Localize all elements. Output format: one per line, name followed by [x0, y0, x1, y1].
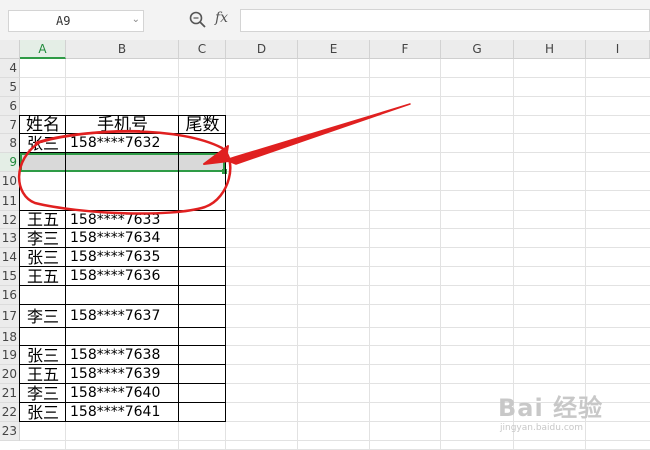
watermark-brand: Bai 经验 — [498, 394, 604, 422]
row-header-20[interactable]: 20 — [0, 365, 20, 384]
watermark-url: jingyan.baidu.com — [500, 423, 584, 433]
cell-phone[interactable]: 158****7640 — [66, 384, 179, 403]
baidu-jingyan-watermark: Bai 经验 jingyan.baidu.com — [498, 388, 604, 433]
table-border-h — [20, 228, 226, 229]
cell-name[interactable]: 张三 — [20, 248, 66, 267]
row-header-22[interactable]: 22 — [0, 403, 20, 422]
row-header-7[interactable]: 7 — [0, 116, 20, 134]
row-header-15[interactable]: 15 — [0, 267, 20, 286]
cell-name[interactable]: 王五 — [20, 267, 66, 286]
table-border-h — [20, 421, 226, 422]
chevron-down-icon[interactable]: ⌄ — [132, 14, 140, 25]
row-header-19[interactable]: 19 — [0, 346, 20, 365]
name-box-value: A9 — [56, 14, 71, 28]
row-gridline — [20, 440, 650, 441]
name-box[interactable]: A9 ⌄ — [8, 10, 144, 32]
row-header-13[interactable]: 13 — [0, 229, 20, 248]
col-gridline — [369, 59, 370, 450]
formula-bar: A9 ⌄ fx — [0, 0, 650, 41]
row-header-21[interactable]: 21 — [0, 384, 20, 403]
table-border-v — [225, 115, 226, 422]
column-header-d[interactable]: D — [226, 40, 298, 59]
table-border-h — [20, 247, 226, 248]
column-header-e[interactable]: E — [298, 40, 370, 59]
table-border-h — [20, 402, 226, 403]
cell-name[interactable]: 张三 — [20, 134, 66, 153]
cell-name[interactable]: 王五 — [20, 211, 66, 229]
table-border-h — [20, 210, 226, 211]
column-header-b[interactable]: B — [66, 40, 179, 59]
header-cell-name[interactable]: 姓名 — [20, 116, 66, 134]
cell-phone[interactable]: 158****7632 — [66, 134, 179, 153]
table-border-v — [178, 115, 179, 422]
cell-phone[interactable]: 158****7639 — [66, 365, 179, 384]
cell-name[interactable]: 张三 — [20, 346, 66, 365]
table-border-h — [20, 266, 226, 267]
formula-input[interactable] — [240, 9, 650, 32]
cell-phone[interactable]: 158****7636 — [66, 267, 179, 286]
header-cell-phone[interactable]: 手机号 — [66, 116, 179, 134]
row-header-10[interactable]: 10 — [0, 172, 20, 191]
row-gridline — [20, 96, 650, 97]
table-border-h — [20, 133, 226, 134]
selected-cell-range[interactable] — [20, 153, 225, 172]
cell-phone[interactable]: 158****7635 — [66, 248, 179, 267]
header-cell-tail[interactable]: 尾数 — [179, 116, 226, 134]
row-header-5[interactable]: 5 — [0, 78, 20, 97]
cell-name[interactable]: 李三 — [20, 229, 66, 248]
cell-name[interactable]: 李三 — [20, 384, 66, 403]
table-border-v — [19, 115, 20, 422]
cell-name[interactable]: 张三 — [20, 403, 66, 422]
column-header-f[interactable]: F — [370, 40, 441, 59]
table-border-h — [20, 304, 226, 305]
table-border-h — [20, 152, 226, 153]
cell-phone[interactable]: 158****7637 — [66, 305, 179, 328]
row-header-4[interactable]: 4 — [0, 59, 20, 78]
cell-phone[interactable]: 158****7641 — [66, 403, 179, 422]
table-border-v — [65, 115, 66, 422]
row-header-11[interactable]: 11 — [0, 191, 20, 211]
table-border-h — [20, 383, 226, 384]
cell-phone[interactable]: 158****7634 — [66, 229, 179, 248]
row-header-18[interactable]: 18 — [0, 328, 20, 346]
column-header-c[interactable]: C — [179, 40, 226, 59]
row-header-17[interactable]: 17 — [0, 305, 20, 328]
table-border-h — [20, 115, 226, 116]
row-gridline — [20, 190, 650, 191]
row-header-14[interactable]: 14 — [0, 248, 20, 267]
row-header-9[interactable]: 9 — [0, 153, 20, 172]
row-header-12[interactable]: 12 — [0, 211, 20, 229]
col-gridline — [440, 59, 441, 450]
table-border-h — [20, 345, 226, 346]
row-header-6[interactable]: 6 — [0, 97, 20, 116]
row-header-16[interactable]: 16 — [0, 286, 20, 305]
cell-phone[interactable]: 158****7638 — [66, 346, 179, 365]
cell-name[interactable]: 李三 — [20, 305, 66, 328]
table-border-h — [20, 364, 226, 365]
col-gridline — [297, 59, 298, 450]
select-all-corner[interactable] — [0, 40, 20, 59]
column-header-g[interactable]: G — [441, 40, 514, 59]
row-header-8[interactable]: 8 — [0, 134, 20, 153]
cell-phone[interactable]: 158****7633 — [66, 211, 179, 229]
row-gridline — [20, 77, 650, 78]
cell-name[interactable]: 王五 — [20, 365, 66, 384]
column-header-i[interactable]: I — [586, 40, 650, 59]
table-border-h — [20, 285, 226, 286]
fx-icon[interactable]: fx — [215, 10, 228, 26]
zoom-icon[interactable] — [188, 10, 208, 30]
column-header-a[interactable]: A — [20, 40, 66, 59]
row-header-23[interactable]: 23 — [0, 422, 20, 441]
column-header-h[interactable]: H — [514, 40, 586, 59]
table-border-h — [20, 327, 226, 328]
